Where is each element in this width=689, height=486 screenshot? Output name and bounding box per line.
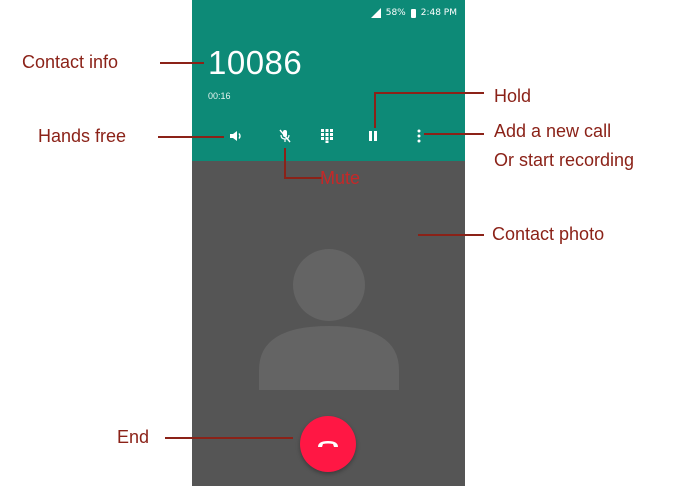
end-call-button[interactable]: [300, 416, 356, 472]
leader-contact-info: [160, 62, 204, 64]
leader-contact-photo: [418, 234, 484, 236]
leader-add-call: [424, 133, 484, 135]
label-add-call: Add a new call: [494, 121, 612, 141]
label-hold: Hold: [494, 86, 532, 106]
contact-photo-avatar: [259, 249, 399, 390]
leader-hold-horizontal: [374, 92, 484, 94]
leader-end: [165, 437, 293, 439]
label-start-recording: Or start recording: [494, 150, 635, 170]
label-hands-free: Hands free: [38, 126, 127, 146]
call-screen: 58% 2:48 PM 10086 00:16: [192, 0, 465, 486]
leader-mute-vertical: [284, 148, 286, 178]
label-contact-info: Contact info: [22, 52, 119, 72]
label-mute: Mute: [320, 168, 361, 188]
label-contact-photo: Contact photo: [492, 224, 605, 244]
leader-mute-horizontal: [284, 177, 322, 179]
end-call-icon: [318, 441, 338, 447]
leader-hands-free: [158, 136, 224, 138]
leader-hold-vertical: [374, 92, 376, 128]
label-end: End: [117, 427, 150, 447]
